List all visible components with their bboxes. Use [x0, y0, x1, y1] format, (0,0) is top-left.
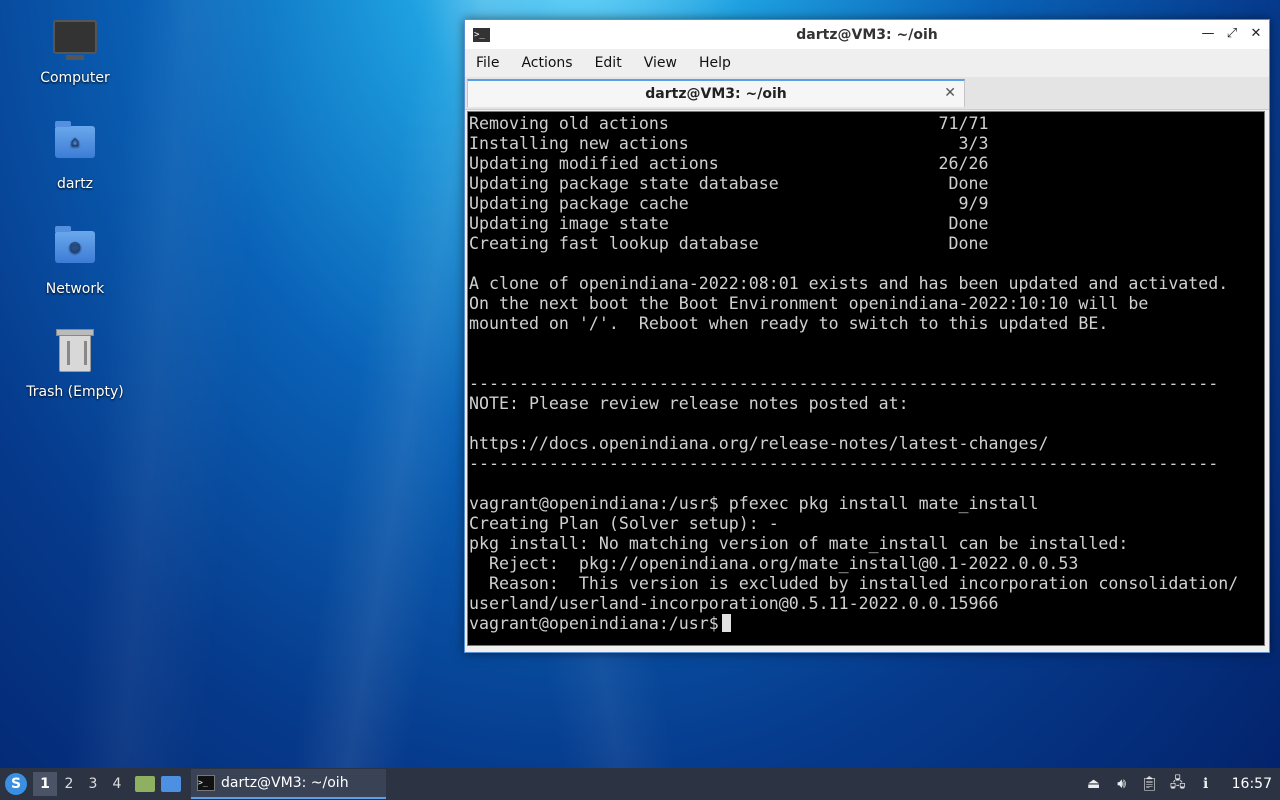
terminal-task-icon: >_	[197, 775, 215, 791]
system-tray: ⏏ 🔊︎ 📋︎ 🖧 ℹ 16:57	[1080, 775, 1280, 793]
trash-icon	[53, 329, 97, 378]
window-title: dartz@VM3: ~/oih	[796, 26, 938, 43]
eject-icon[interactable]: ⏏	[1083, 775, 1105, 793]
clipboard-icon[interactable]: 📋︎	[1139, 775, 1161, 793]
terminal-cursor	[721, 614, 731, 632]
workspace-1[interactable]: 1	[33, 772, 57, 796]
file-manager-launcher-icon[interactable]	[135, 776, 155, 792]
taskbar-task-terminal[interactable]: >_ dartz@VM3: ~/oih	[191, 769, 386, 799]
menu-help[interactable]: Help	[688, 55, 742, 71]
updates-icon[interactable]: ℹ	[1195, 775, 1217, 793]
network-folder-icon: ◍	[53, 226, 97, 275]
desktop-icon-label: dartz	[56, 176, 94, 192]
terminal-prompt: vagrant@openindiana:/usr$	[469, 614, 719, 633]
tab-bar: dartz@VM3: ~/oih ✕	[465, 77, 1269, 110]
desktop-icon-network[interactable]: ◍ Network	[20, 225, 130, 297]
maximize-icon[interactable]: ⤢	[1225, 26, 1239, 41]
tab-close-icon[interactable]: ✕	[944, 85, 956, 101]
terminal-output[interactable]: Removing old actions 71/71 Installing ne…	[467, 111, 1265, 646]
window-titlebar[interactable]: >_ dartz@VM3: ~/oih — ⤢ ✕	[465, 20, 1269, 49]
menubar: File Actions Edit View Help	[465, 49, 1269, 77]
menu-actions[interactable]: Actions	[510, 55, 583, 71]
minimize-icon[interactable]: —	[1201, 26, 1215, 41]
terminal-tab[interactable]: dartz@VM3: ~/oih ✕	[467, 79, 965, 107]
desktop-icon-label: Network	[45, 281, 105, 297]
desktop-icon-label: Computer	[40, 70, 110, 86]
desktop-icon-label: Trash (Empty)	[26, 384, 124, 400]
taskbar: S 1 2 3 4 >_ dartz@VM3: ~/oih ⏏ 🔊︎ 📋︎ 🖧 …	[0, 768, 1280, 800]
menu-file[interactable]: File	[465, 55, 510, 71]
desktop-icon-trash[interactable]: Trash (Empty)	[20, 329, 130, 400]
desktop-icon-home-folder[interactable]: ⌂ dartz	[20, 120, 130, 192]
volume-icon[interactable]: 🔊︎	[1111, 775, 1133, 793]
close-icon[interactable]: ✕	[1249, 26, 1263, 41]
task-label: dartz@VM3: ~/oih	[221, 775, 349, 791]
network-icon[interactable]: 🖧	[1167, 775, 1189, 793]
tab-label: dartz@VM3: ~/oih	[645, 86, 787, 102]
terminal-window: >_ dartz@VM3: ~/oih — ⤢ ✕ File Actions E…	[464, 19, 1270, 653]
workspace-2[interactable]: 2	[57, 772, 81, 796]
menu-edit[interactable]: Edit	[584, 55, 633, 71]
desktop-icon-computer[interactable]: Computer	[20, 16, 130, 86]
clock[interactable]: 16:57	[1232, 776, 1272, 792]
workspace-switcher: 1 2 3 4	[33, 772, 129, 796]
menu-view[interactable]: View	[633, 55, 688, 71]
terminal-text: Removing old actions 71/71 Installing ne…	[469, 114, 1239, 633]
show-desktop-icon[interactable]	[161, 776, 181, 792]
computer-icon	[53, 20, 97, 64]
home-folder-icon: ⌂	[53, 121, 97, 170]
start-menu-button[interactable]: S	[5, 773, 27, 795]
workspace-4[interactable]: 4	[105, 772, 129, 796]
workspace-3[interactable]: 3	[81, 772, 105, 796]
